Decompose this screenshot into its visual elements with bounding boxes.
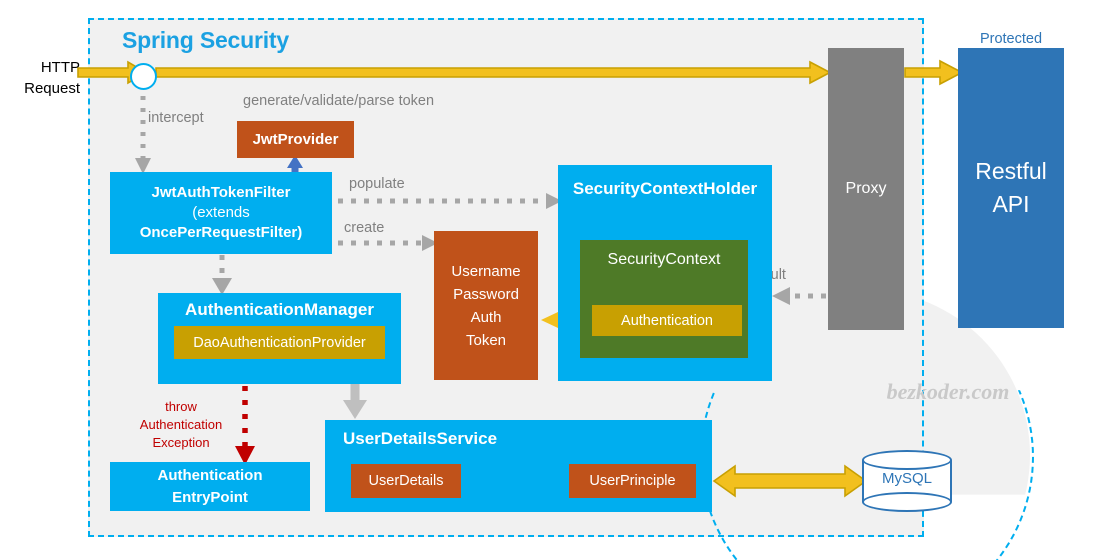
spring-security-title: Spring Security	[122, 27, 289, 53]
upat-label-2: Password	[453, 285, 519, 303]
generate-validate-parse-token-label: generate/validate/parse token	[243, 93, 435, 109]
node-restful-api[interactable]: Restful API	[958, 48, 1064, 328]
jwt-provider-label: JwtProvider	[252, 131, 339, 148]
upat-label-1: Username	[451, 262, 521, 280]
node-user-principle[interactable]: UserPrinciple	[569, 464, 696, 498]
security-context-holder-label: SecurityContextHolder	[572, 179, 758, 198]
upat-label-4: Token	[465, 331, 507, 349]
intercept-label: intercept	[148, 110, 204, 126]
watermark: bezkoder.com	[886, 379, 1010, 404]
authentication-manager-label: AuthenticationManager	[185, 300, 374, 319]
user-details-service-label: UserDetailsService	[343, 429, 498, 448]
node-mysql-database[interactable]: MySQL	[862, 450, 952, 512]
populate-label: populate	[349, 176, 405, 192]
dao-authentication-provider-label: DaoAuthenticationProvider	[193, 334, 366, 351]
jwt-auth-token-filter-extends-label: (extends	[192, 204, 250, 221]
node-authentication-manager[interactable]: AuthenticationManager DaoAuthenticationP…	[158, 293, 401, 384]
restful-api-label-1: Restful	[975, 158, 1047, 184]
user-details-label: UserDetails	[368, 473, 444, 489]
proxy-label: Proxy	[845, 180, 887, 197]
diagram-canvas: Spring Security HTTP Request intercept g…	[0, 0, 1110, 560]
node-jwt-provider[interactable]: JwtProvider	[237, 121, 354, 158]
mysql-cylinder-top	[862, 450, 952, 470]
mysql-cylinder-bottom	[862, 492, 952, 512]
user-principle-label: UserPrinciple	[589, 473, 676, 489]
security-context-label: SecurityContext	[607, 251, 721, 268]
node-security-context[interactable]: SecurityContext	[580, 240, 748, 358]
mysql-label: MySQL	[881, 470, 932, 487]
node-authentication[interactable]: Authentication	[592, 305, 742, 336]
node-username-password-auth-token[interactable]: Username Password Auth Token	[434, 231, 538, 380]
authentication-entry-point-label-2: EntryPoint	[172, 488, 248, 506]
request-entry-point-circle	[130, 63, 157, 90]
jwt-auth-token-filter-superclass-label: OncePerRequestFilter)	[139, 224, 303, 241]
node-authentication-entry-point[interactable]: Authentication EntryPoint	[110, 462, 310, 511]
restful-api-label-2: API	[992, 191, 1030, 217]
authentication-entry-point-label-1: Authentication	[157, 466, 263, 484]
node-user-details[interactable]: UserDetails	[351, 464, 461, 498]
node-jwt-auth-token-filter[interactable]: JwtAuthTokenFilter (extends OncePerReque…	[110, 172, 332, 254]
upat-label-3: Auth	[470, 308, 502, 326]
node-proxy[interactable]: Proxy	[828, 48, 904, 330]
http-request-label: HTTP Request	[24, 59, 80, 97]
jwt-auth-token-filter-label: JwtAuthTokenFilter	[151, 184, 291, 201]
throw-auth-exception-label: throw Authentication Exception	[139, 399, 223, 450]
node-dao-authentication-provider[interactable]: DaoAuthenticationProvider	[174, 326, 385, 359]
authentication-label: Authentication	[621, 312, 713, 329]
create-label: create	[344, 220, 385, 236]
